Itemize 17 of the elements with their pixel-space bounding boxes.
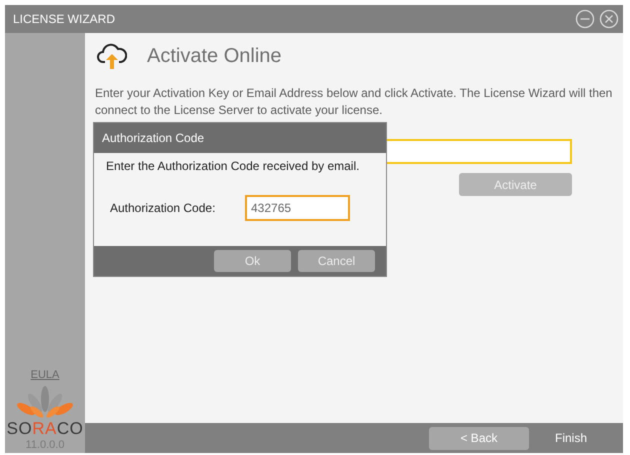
field-label: Authorization Code: xyxy=(110,201,216,215)
page-title: Activate Online xyxy=(147,44,282,68)
lotus-logo-icon xyxy=(15,385,75,419)
description-text: Enter your Activation Key or Email Address below and click Activate. The License Wizard will then connect to the License Server to activate your license. xyxy=(95,85,614,119)
ok-button[interactable]: Ok xyxy=(214,250,291,272)
minimize-icon[interactable] xyxy=(575,9,595,29)
close-icon[interactable] xyxy=(599,9,619,29)
instruction-text: Enter the Authorization Code received by email. xyxy=(106,159,360,173)
cloud-upload-icon xyxy=(97,41,127,71)
finish-button[interactable]: Finish xyxy=(548,426,593,450)
authorization-code-field[interactable]: 432765 xyxy=(245,195,350,221)
dialog-title: Authorization Code xyxy=(102,131,204,145)
cancel-button[interactable]: Cancel xyxy=(298,250,375,272)
window-title: LICENSE WIZARD xyxy=(13,12,116,26)
eula-link[interactable]: EULA xyxy=(30,369,60,381)
brand-wordmark: SORACO xyxy=(6,419,84,439)
back-button[interactable]: < Back xyxy=(428,426,529,450)
